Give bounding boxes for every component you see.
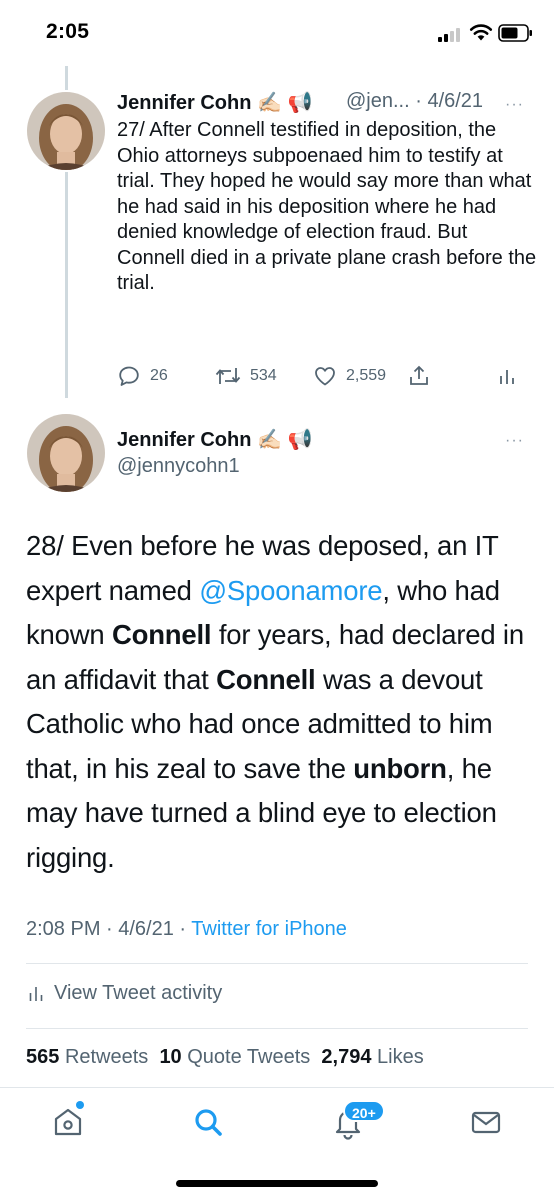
likes-label[interactable]: Likes (377, 1046, 424, 1068)
more-options-icon[interactable]: ··· (505, 96, 524, 114)
tweet-source-link[interactable]: Twitter for iPhone (191, 918, 347, 940)
battery-icon (498, 24, 532, 42)
mail-icon[interactable] (468, 1104, 504, 1140)
view-activity-button[interactable]: View Tweet activity (28, 979, 222, 1007)
notifications-badge: 20+ (343, 1100, 385, 1122)
thread-connector (65, 66, 68, 90)
share-button[interactable] (407, 362, 431, 390)
retweet-count: 534 (250, 367, 277, 384)
timestamp-text: 2:08 PM · 4/6/21 · (26, 918, 192, 940)
tweet-text-bold: Connell (216, 663, 316, 695)
retweet-button[interactable]: 534 (215, 362, 277, 390)
like-count: 2,559 (346, 367, 387, 384)
reply-count: 26 (150, 367, 168, 384)
like-button[interactable]: 2,559 (313, 362, 386, 390)
analytics-icon (29, 987, 43, 1001)
quotes-label[interactable]: Quote Tweets (187, 1046, 310, 1068)
tweet-date[interactable]: · 4/6/21 (415, 90, 483, 112)
reply-button[interactable]: 26 (117, 362, 168, 390)
analytics-icon (500, 370, 514, 384)
tweet-text-bold: unborn (353, 752, 447, 784)
share-icon (410, 365, 428, 385)
tweet-handle-date[interactable]: @jen... · 4/6/21 (346, 90, 483, 113)
thread-connector (65, 172, 68, 398)
analytics-button[interactable] (497, 362, 517, 390)
search-icon[interactable] (190, 1104, 226, 1140)
tweet-stats: 565 Retweets 10 Quote Tweets 2,794 Likes (26, 1046, 424, 1069)
author-handle[interactable]: @jen... (346, 90, 410, 112)
status-bar: 2:05 (0, 0, 554, 66)
new-content-indicator (76, 1101, 84, 1109)
reply-icon (119, 366, 139, 386)
home-icon[interactable] (50, 1104, 86, 1140)
more-options-icon[interactable]: ··· (505, 432, 524, 450)
tweet-actions: 26 534 2,559 (117, 362, 527, 390)
author-name[interactable]: Jennifer Cohn ✍🏻 📢 (117, 427, 312, 452)
retweet-icon (215, 368, 241, 384)
quotes-count[interactable]: 10 (159, 1046, 181, 1068)
author-name[interactable]: Jennifer Cohn ✍🏻 📢 (117, 90, 312, 115)
tweet-text: 27/ After Connell testified in depositio… (117, 119, 537, 294)
view-activity-label: View Tweet activity (54, 981, 223, 1004)
signal-icon (438, 26, 464, 42)
wifi-icon (469, 24, 493, 41)
heart-icon (315, 367, 335, 386)
likes-count[interactable]: 2,794 (321, 1046, 371, 1068)
tweet-text: 28/ Even before he was deposed, an IT ex… (26, 524, 536, 880)
divider (26, 963, 528, 964)
tweet-text-bold: Connell (111, 619, 212, 650)
divider (26, 1028, 528, 1029)
retweets-label[interactable]: Retweets (65, 1046, 148, 1068)
mention-link[interactable]: @Spoonamore (199, 575, 382, 606)
status-time: 2:05 (46, 20, 90, 43)
author-handle[interactable]: @jennycohn1 (117, 455, 240, 478)
retweets-count[interactable]: 565 (26, 1046, 59, 1068)
avatar[interactable] (27, 92, 105, 170)
home-indicator[interactable] (176, 1180, 378, 1187)
avatar[interactable] (27, 414, 105, 492)
tweet-timestamp: 2:08 PM · 4/6/21 · Twitter for iPhone (26, 918, 347, 941)
